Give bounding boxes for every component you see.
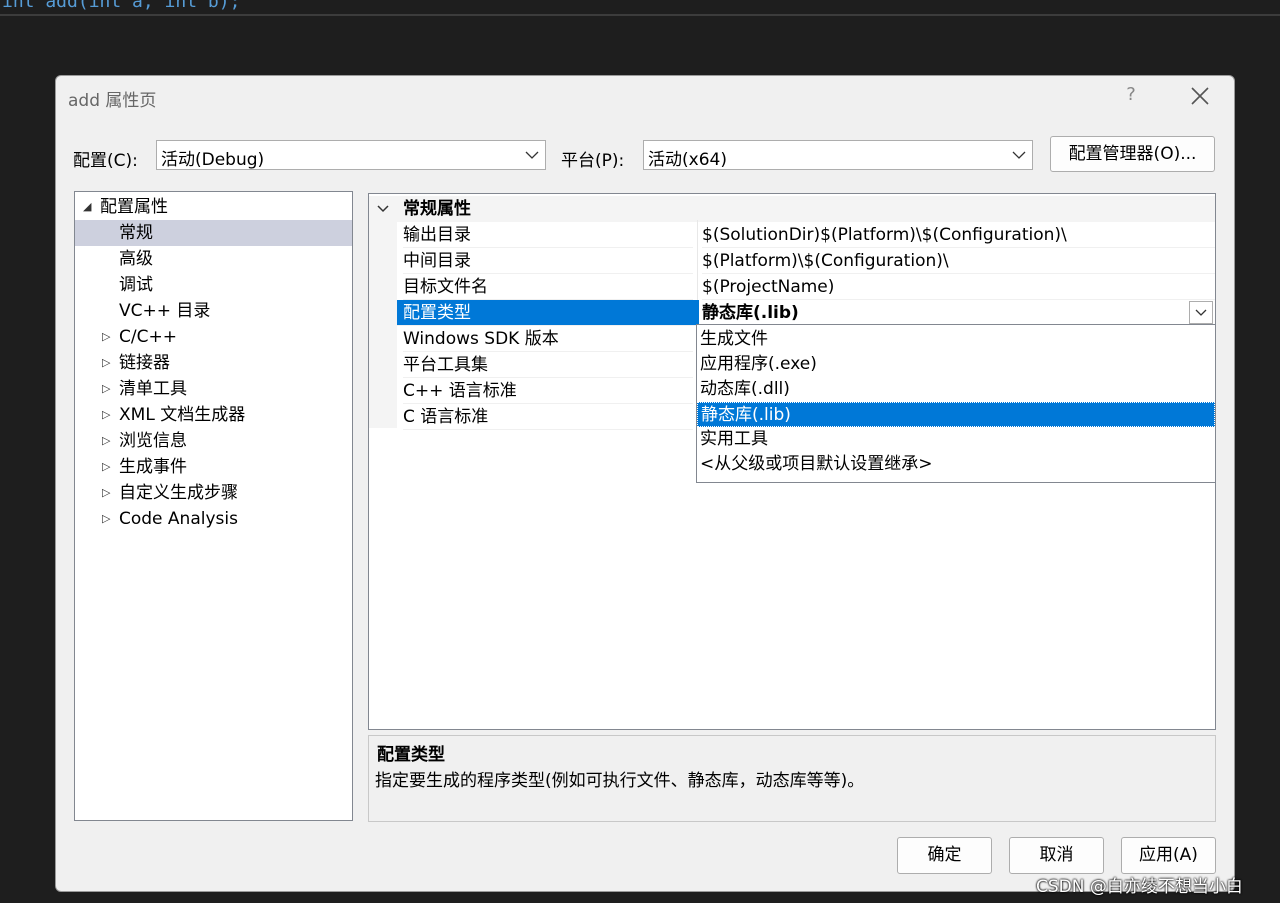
tree-item-custom-build-step[interactable]: ▷ 自定义生成步骤 [75, 480, 352, 506]
chevron-down-icon [377, 205, 389, 213]
tree-item-xml-doc-generator[interactable]: ▷ XML 文档生成器 [75, 402, 352, 428]
tree-item-label: 调试 [119, 275, 153, 295]
chevron-down-icon [1195, 309, 1207, 316]
collapse-triangle-icon: ◢ [83, 200, 92, 213]
config-value: 活动(Debug) [161, 150, 265, 170]
expand-triangle-icon: ▷ [102, 434, 111, 447]
property-value[interactable]: 静态库(.lib) [702, 300, 1215, 326]
property-name: 目标文件名 [403, 274, 693, 300]
property-value[interactable]: $(Platform)\$(Configuration)\ [702, 248, 1215, 274]
grid-row[interactable]: 目标文件名 $(ProjectName) [369, 274, 1215, 300]
tree-item-label: 链接器 [119, 353, 170, 373]
property-name: Windows SDK 版本 [403, 326, 693, 352]
grid-row[interactable]: 中间目录 $(Platform)\$(Configuration)\ [369, 248, 1215, 274]
tree-item-code-analysis[interactable]: ▷ Code Analysis [75, 506, 352, 532]
expand-triangle-icon: ▷ [102, 356, 111, 369]
code-line: int add(int a, int b); [2, 0, 241, 12]
tree-item-browse-info[interactable]: ▷ 浏览信息 [75, 428, 352, 454]
grid-row-selected[interactable]: 配置类型 静态库(.lib) [369, 300, 1215, 326]
expand-triangle-icon: ▷ [102, 486, 111, 499]
tree-item-label: 高级 [119, 249, 153, 269]
description-title: 配置类型 [377, 745, 445, 765]
config-manager-button[interactable]: 配置管理器(O)... [1050, 136, 1215, 172]
tree-item-label: 浏览信息 [119, 431, 187, 451]
property-value[interactable]: $(SolutionDir)$(Platform)\$(Configuratio… [702, 222, 1215, 248]
property-name: 中间目录 [403, 248, 693, 274]
dropdown-option[interactable]: 应用程序(.exe) [697, 352, 1215, 377]
dropdown-button[interactable] [1189, 301, 1213, 324]
tree-item-label: 常规 [119, 223, 153, 243]
section-title: 常规属性 [403, 199, 471, 219]
tree-item-advanced[interactable]: 高级 [75, 246, 352, 272]
tree-item-label: XML 文档生成器 [119, 405, 246, 425]
tree-item-general[interactable]: 常规 [75, 220, 352, 246]
tree-item-manifest-tool[interactable]: ▷ 清单工具 [75, 376, 352, 402]
description-text: 指定要生成的程序类型(例如可执行文件、静态库，动态库等等)。 [375, 771, 865, 791]
chevron-down-icon [525, 151, 539, 159]
tree-item-label: Code Analysis [119, 509, 238, 529]
expand-triangle-icon: ▷ [102, 330, 111, 343]
expand-triangle-icon: ▷ [102, 512, 111, 525]
config-label: 配置(C): [73, 151, 138, 171]
tree-item-label: VC++ 目录 [119, 301, 211, 321]
property-name: 平台工具集 [403, 352, 693, 378]
tree-item-cpp[interactable]: ▷ C/C++ [75, 324, 352, 350]
tree-item-label: C/C++ [119, 327, 177, 347]
dropdown-option[interactable]: 生成文件 [697, 327, 1215, 352]
config-type-dropdown-list: 生成文件 应用程序(.exe) 动态库(.dll) 静态库(.lib) 实用工具… [696, 324, 1216, 483]
dropdown-option[interactable]: <从父级或项目默认设置继承> [697, 452, 1215, 477]
close-button[interactable] [1186, 82, 1214, 110]
platform-value: 活动(x64) [648, 150, 727, 170]
description-panel: 配置类型 指定要生成的程序类型(例如可执行文件、静态库，动态库等等)。 [368, 735, 1216, 822]
grid-row[interactable]: 输出目录 $(SolutionDir)$(Platform)\$(Configu… [369, 222, 1215, 248]
dialog-title: add 属性页 [68, 91, 157, 111]
tree-root-label: 配置属性 [100, 197, 168, 217]
section-header[interactable]: 常规属性 [369, 196, 1215, 222]
dropdown-option-selected[interactable]: 静态库(.lib) [697, 402, 1215, 427]
expand-triangle-icon: ▷ [102, 382, 111, 395]
tree-item-label: 清单工具 [119, 379, 187, 399]
property-name: C++ 语言标准 [403, 378, 693, 404]
tree-item-vc-directories[interactable]: VC++ 目录 [75, 298, 352, 324]
platform-combobox[interactable]: 活动(x64) [643, 140, 1033, 170]
platform-label: 平台(P): [561, 151, 625, 171]
tree-item-linker[interactable]: ▷ 链接器 [75, 350, 352, 376]
close-icon [1191, 87, 1209, 105]
property-name: 配置类型 [397, 300, 699, 326]
tree-item-label: 生成事件 [119, 457, 187, 477]
code-editor-strip: int add(int a, int b); [0, 0, 1280, 14]
property-name: C 语言标准 [403, 404, 693, 430]
property-name: 输出目录 [403, 222, 693, 248]
tree-item-build-events[interactable]: ▷ 生成事件 [75, 454, 352, 480]
ok-button[interactable]: 确定 [897, 837, 992, 874]
expand-triangle-icon: ▷ [102, 460, 111, 473]
tree-item-label: 自定义生成步骤 [119, 483, 238, 503]
expand-triangle-icon: ▷ [102, 408, 111, 421]
tree-root[interactable]: ◢ 配置属性 [75, 194, 352, 220]
help-button[interactable]: ? [1121, 84, 1141, 108]
dropdown-option[interactable]: 动态库(.dll) [697, 377, 1215, 402]
property-tree: ◢ 配置属性 常规 高级 调试 VC++ 目录 ▷ C/C++ ▷ 链接器 ▷ … [74, 191, 353, 821]
config-combobox[interactable]: 活动(Debug) [156, 140, 546, 170]
dropdown-option[interactable]: 实用工具 [697, 427, 1215, 452]
cancel-button[interactable]: 取消 [1009, 837, 1104, 874]
apply-button[interactable]: 应用(A) [1121, 837, 1216, 874]
editor-divider [0, 14, 1280, 16]
tree-item-debugging[interactable]: 调试 [75, 272, 352, 298]
property-value[interactable]: $(ProjectName) [702, 274, 1215, 300]
chevron-down-icon [1012, 151, 1026, 159]
watermark: CSDN @白亦绫不想当小白 [1036, 877, 1243, 897]
property-pages-dialog: add 属性页 ? 配置(C): 活动(Debug) 平台(P): 活动(x64… [55, 75, 1235, 892]
